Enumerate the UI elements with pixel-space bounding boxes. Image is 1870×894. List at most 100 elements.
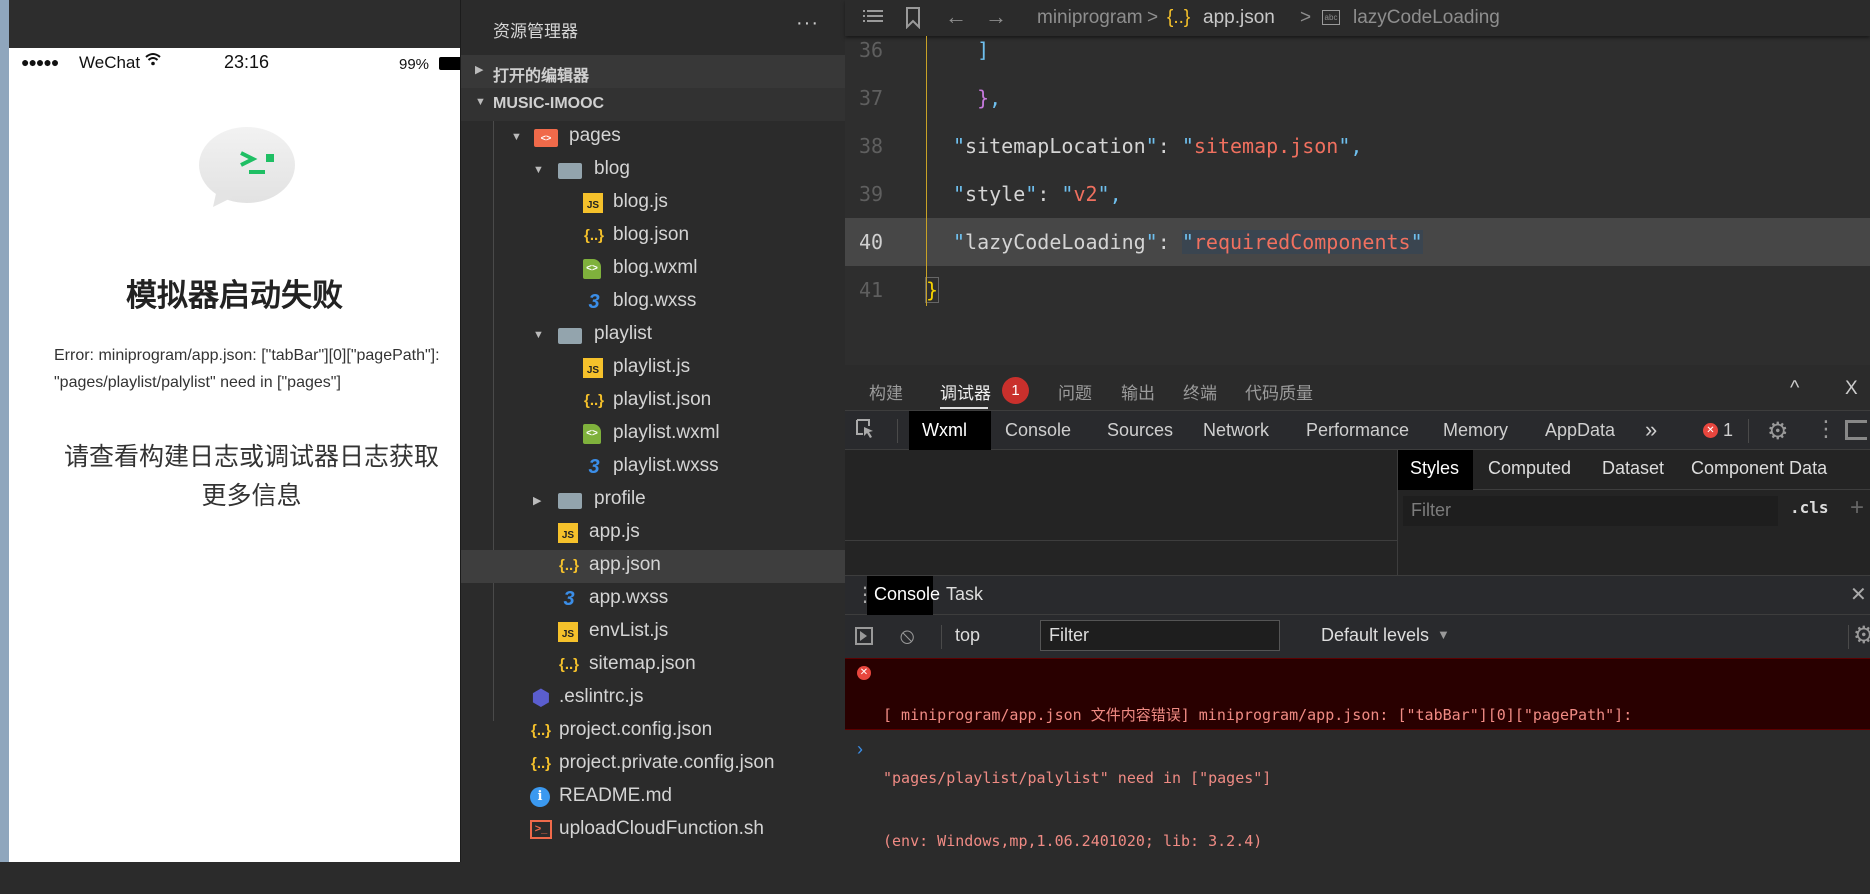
quote: " <box>953 134 966 158</box>
colon: : <box>1157 230 1182 254</box>
devtools-tab-network[interactable]: Network <box>1203 420 1269 441</box>
file-tree-item[interactable]: {..} sitemap.json <box>461 649 846 682</box>
explorer-title: 资源管理器 <box>493 22 578 41</box>
file-tree-item[interactable]: JS app.js <box>461 517 846 550</box>
code-line[interactable]: 40 "lazyCodeLoading": "requiredComponents… <box>845 218 1870 266</box>
chevron-right-icon[interactable]: ▶ <box>533 494 541 507</box>
inspect-element-icon[interactable] <box>855 418 875 445</box>
collapse-panel-icon[interactable]: ^ <box>1790 377 1799 400</box>
file-tree-item[interactable]: JS blog.js <box>461 187 846 220</box>
open-editors-section[interactable]: ▶ 打开的编辑器 <box>461 55 846 88</box>
code-line[interactable]: 38 "sitemapLocation": "sitemap.json", <box>845 122 1870 170</box>
file-tree-item[interactable]: 3 blog.wxss <box>461 286 846 319</box>
error-line: (env: Windows,mp,1.06.2401020; lib: 3.2.… <box>883 832 1263 850</box>
devtools-tab-console[interactable]: Console <box>1005 420 1071 441</box>
devtools-tab-appdata[interactable]: AppData <box>1545 420 1615 441</box>
styles-tab-dataset[interactable]: Dataset <box>1602 458 1664 479</box>
file-tree-item[interactable]: {..} app.json <box>461 550 846 583</box>
devtools-tab-wxml[interactable]: Wxml <box>922 420 967 441</box>
file-tree-item[interactable]: {..} project.private.config.json <box>461 748 846 781</box>
undock-icon[interactable] <box>1845 420 1867 440</box>
line-content: "lazyCodeLoading": "requiredComponents" <box>953 230 1423 254</box>
tab-build[interactable]: 构建 <box>869 379 903 404</box>
wxml-tree-panel[interactable] <box>845 450 1398 575</box>
file-tree-item[interactable]: ▼ playlist <box>461 319 846 352</box>
close-drawer-icon[interactable]: ✕ <box>1850 582 1867 607</box>
file-tree-item[interactable]: {..} project.config.json <box>461 715 846 748</box>
file-tree-item[interactable]: i README.md <box>461 781 846 814</box>
context-select[interactable]: top <box>955 625 980 646</box>
project-section[interactable]: ▼ MUSIC-IMOOC <box>461 88 846 121</box>
tab-terminal[interactable]: 终端 <box>1183 379 1217 404</box>
console-prompt-icon[interactable]: › <box>857 739 863 760</box>
quote: " <box>953 230 966 254</box>
chevron-down-icon[interactable]: ▼ <box>533 164 544 176</box>
file-tree-item[interactable]: 3 playlist.wxss <box>461 451 846 484</box>
code-line[interactable]: 41} <box>845 266 1870 314</box>
devtools-tab-performance[interactable]: Performance <box>1306 420 1409 441</box>
devtools-tab-sources[interactable]: Sources <box>1107 420 1173 441</box>
error-count[interactable]: 1 <box>1723 420 1733 441</box>
tab-output[interactable]: 输出 <box>1121 379 1155 404</box>
chevron-down-icon[interactable]: ▼ <box>511 131 522 143</box>
project-label: MUSIC-IMOOC <box>493 95 605 112</box>
more-actions-icon[interactable]: ··· <box>796 12 819 35</box>
error-message: Error: miniprogram/app.json: ["tabBar"][… <box>54 347 440 391</box>
line-content: "style": "v2", <box>953 182 1122 206</box>
code-area[interactable]: 36 ] 37 }, 38 "sitemapLocation": "sitemap.j… <box>845 36 1870 365</box>
file-tree-item[interactable]: <> blog.wxml <box>461 253 846 286</box>
file-tree-item[interactable]: ▼ <> pages <box>461 121 846 154</box>
chevron-down-icon[interactable]: ▼ <box>533 329 544 341</box>
styles-tab-computed[interactable]: Computed <box>1488 458 1571 479</box>
console-error-message[interactable]: ✕ [ miniprogram/app.json 文件内容错误] minipro… <box>845 658 1870 850</box>
file-tree-item[interactable]: ▶ profile <box>461 484 846 517</box>
file-tree-item[interactable]: JS envList.js <box>461 616 846 649</box>
file-tree-item[interactable]: JS playlist.js <box>461 352 846 385</box>
quote: " <box>1061 182 1074 206</box>
styles-filter-input[interactable]: Filter <box>1403 496 1778 526</box>
clear-console-icon[interactable]: ⦸ <box>900 623 914 649</box>
dropdown-arrow-icon[interactable]: ▼ <box>1437 627 1450 642</box>
json-file-icon: {..} <box>558 656 579 673</box>
code-line[interactable]: 39 "style": "v2", <box>845 170 1870 218</box>
file-tree-item[interactable]: {..} playlist.json <box>461 385 846 418</box>
line-content: "sitemapLocation": "sitemap.json", <box>953 134 1362 158</box>
wxml-panel-divider <box>845 540 1398 541</box>
code-line[interactable]: 36 ] <box>845 26 1870 74</box>
code-editor[interactable]: ← → miniprogram > {..} app.json > abc la… <box>845 0 1870 365</box>
tab-debugger[interactable]: 调试器 <box>940 379 991 404</box>
devtools-tab-memory[interactable]: Memory <box>1443 420 1508 441</box>
tab-code-quality[interactable]: 代码质量 <box>1245 379 1313 404</box>
file-tree-item[interactable]: {..} blog.json <box>461 220 846 253</box>
new-style-rule-button[interactable]: + <box>1850 494 1864 522</box>
file-tree-item[interactable]: ▼ blog <box>461 154 846 187</box>
console-settings-icon[interactable]: ⚙ <box>1853 621 1870 650</box>
bottom-panel: 构建 调试器 1 问题 输出 终端 代码质量 ^ X Wxml Console … <box>845 365 1870 862</box>
console-filter-input[interactable]: Filter <box>1040 620 1280 651</box>
drawer-tab-console[interactable]: Console <box>874 584 940 605</box>
file-tree-item[interactable]: ⬢ .eslintrc.js <box>461 682 846 715</box>
line-number: 38 <box>859 134 884 158</box>
styles-tab-component-data[interactable]: Component Data <box>1691 458 1827 479</box>
settings-gear-icon[interactable]: ⚙ <box>1767 417 1789 446</box>
styles-tab-styles[interactable]: Styles <box>1410 458 1459 479</box>
quote: " <box>1181 134 1194 158</box>
js-file-icon: JS <box>558 523 578 543</box>
drawer-tab-task[interactable]: Task <box>946 584 983 605</box>
error-title: 模拟器启动失败 <box>126 278 343 313</box>
line-number: 40 <box>859 230 884 254</box>
file-tree-item[interactable]: 3 app.wxss <box>461 583 846 616</box>
tab-problems[interactable]: 问题 <box>1058 379 1092 404</box>
close-panel-icon[interactable]: X <box>1845 378 1858 400</box>
console-drawer-header: ⋮ Console Task ✕ <box>845 575 1870 616</box>
more-tabs-icon[interactable]: » <box>1645 417 1657 443</box>
more-options-icon[interactable]: ⋮ <box>1815 416 1837 442</box>
wifi-icon <box>145 52 161 70</box>
folder-icon <box>558 328 582 344</box>
file-tree-item[interactable]: <> playlist.wxml <box>461 418 846 451</box>
code-line[interactable]: 37 }, <box>845 74 1870 122</box>
toolbar-divider <box>941 625 942 649</box>
log-levels-select[interactable]: Default levels <box>1321 625 1429 646</box>
class-toggle-button[interactable]: .cls <box>1790 498 1829 517</box>
file-tree-item[interactable]: >_ uploadCloudFunction.sh <box>461 814 846 847</box>
